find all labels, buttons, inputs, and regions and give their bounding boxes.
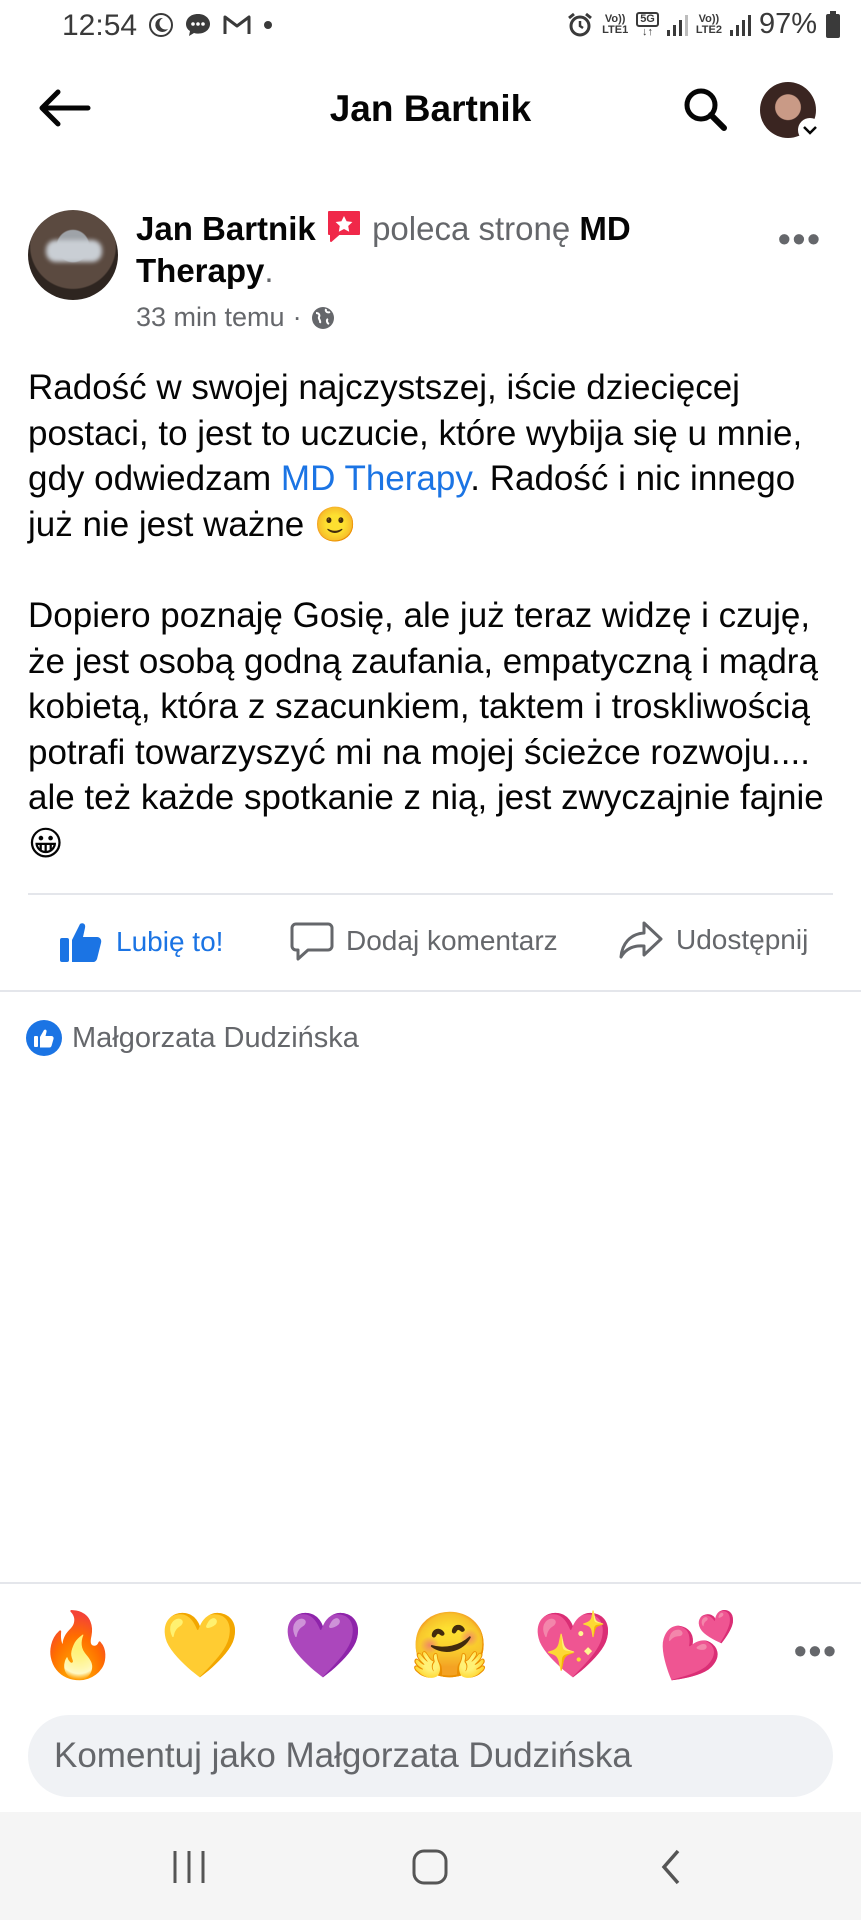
likes-summary[interactable]: Małgorzata Dudzińska [26,1020,359,1056]
post-more-options-icon[interactable]: ••• [778,218,822,260]
home-icon[interactable] [405,1842,455,1892]
like-button[interactable]: Lubię to! [58,920,223,964]
net2-top-label: Vo)) [698,12,720,25]
net2-bottom-label: LTE2 [695,23,722,36]
post-timestamp[interactable]: 33 min temu [136,302,285,333]
data-arrows-icon: ↓↑ [642,25,654,38]
smile-emoji: 🙂 [313,505,357,544]
do-not-disturb-moon-icon [149,13,173,37]
meta-separator: · [292,302,302,332]
author-avatar[interactable] [28,210,118,300]
share-label: Udostępnij [676,924,809,955]
dot-icon [264,21,272,29]
liker-name: Małgorzata Dudzińska [72,1021,359,1054]
battery-percent: 97% [758,8,817,40]
volte-lte2-indicator: Vo)) LTE2 [695,12,722,36]
back-nav-icon[interactable] [646,1842,696,1892]
comment-bubble-icon [290,922,334,961]
volte-lte1-indicator: Vo)) LTE1 [602,12,629,36]
like-label: Lubię to! [116,926,224,957]
comment-placeholder: Komentuj jako Małgorzata Dudzińska [54,1736,632,1775]
status-notification-icons [148,12,274,38]
system-nav-bar [0,1812,861,1920]
alarm-icon [568,12,593,36]
chat-bubble-icon [186,14,210,36]
5g-indicator: 5G ↓↑ [636,11,659,38]
recent-apps-icon[interactable] [164,1842,214,1892]
battery-icon [826,10,840,38]
signal-1-icon [666,14,688,36]
post-paragraph-1: Radość w swojej najczystszej, iście dzie… [28,365,838,548]
gmail-icon [223,15,251,34]
app-header: Jan Bartnik [0,52,861,167]
sparkling-heart-emoji-button[interactable]: 💖 [533,1605,613,1685]
page-mention-link[interactable]: MD Therapy [281,459,470,498]
more-emoji-icon[interactable]: ••• [794,1630,838,1672]
post-paragraph-2: Dopiero poznaję Gosię, ale już teraz wid… [28,593,838,867]
status-bar: 12:54 Vo)) LTE1 5G ↓↑ Vo)) LTE2 97% [0,0,861,52]
post-meta: 33 min temu · [136,302,336,333]
signal-2-icon [729,14,751,36]
hugging-face-emoji-button[interactable]: 🤗 [410,1605,490,1685]
post-period: . [264,252,274,289]
fire-emoji-button[interactable]: 🔥 [38,1605,118,1685]
like-reaction-icon [26,1020,62,1056]
status-time: 12:54 [62,9,138,42]
net1-bottom-label: LTE1 [602,23,629,36]
recommendation-badge-icon [327,211,360,242]
status-system-icons: Vo)) LTE1 5G ↓↑ Vo)) LTE2 97% [566,8,841,41]
share-arrow-icon [619,921,663,959]
grin-emoji: 😀 [28,824,64,863]
comment-input[interactable]: Komentuj jako Małgorzata Dudzińska [28,1715,833,1797]
post-body: Radość w swojej najczystszej, iście dzie… [28,365,838,912]
quick-emoji-bar: 🔥 💛 💜 🤗 💖 💕 [0,1605,861,1695]
page-title: Jan Bartnik [329,88,532,129]
author-name[interactable]: Jan Bartnik [136,210,316,247]
post-actions-bar: Lubię to! Dodaj komentarz Udostępnij [0,900,861,988]
comment-button[interactable]: Dodaj komentarz [290,920,558,962]
divider [0,1582,861,1584]
avatar-glasses-shape [46,240,102,262]
paragraph2-text: Dopiero poznaję Gosię, ale już teraz wid… [28,596,824,817]
divider [0,990,861,992]
purple-heart-emoji-button[interactable]: 💜 [283,1605,363,1685]
divider [28,893,833,895]
post-verb: poleca stronę [372,210,571,247]
5g-label: 5G [636,11,659,27]
search-icon[interactable] [680,84,730,134]
two-hearts-emoji-button[interactable]: 💕 [658,1605,738,1685]
thumbs-up-icon [60,923,102,962]
globe-public-icon [311,306,334,329]
share-button[interactable]: Udostępnij [618,920,808,960]
yellow-heart-emoji-button[interactable]: 💛 [160,1605,240,1685]
comment-label: Dodaj komentarz [346,925,558,956]
post-header-line: Jan Bartnik poleca stronę MD Therapy. [136,208,776,292]
net1-top-label: Vo)) [604,12,626,25]
chevron-down-icon[interactable] [798,118,822,142]
